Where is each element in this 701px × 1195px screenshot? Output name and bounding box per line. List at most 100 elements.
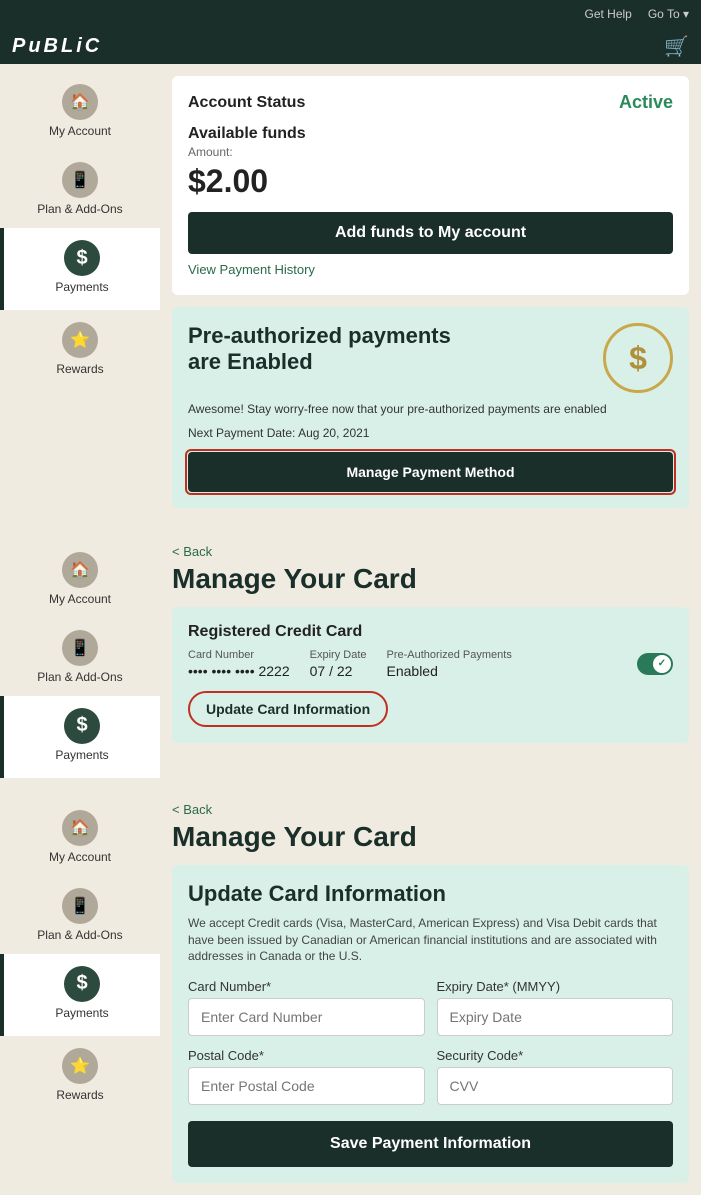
toggle-check-icon: ✓ bbox=[653, 655, 671, 673]
sidebar-item-payments-1[interactable]: $ Payments bbox=[0, 228, 160, 310]
view-payment-history-link[interactable]: View Payment History bbox=[188, 262, 315, 277]
account-status-header: Account Status Active bbox=[188, 92, 673, 113]
card-number-group: Card Number •••• •••• •••• 2222 bbox=[188, 649, 290, 679]
card-details-row: Card Number •••• •••• •••• 2222 Expiry D… bbox=[188, 649, 673, 679]
preauth-title: Pre-authorized payments are Enabled bbox=[188, 323, 488, 376]
sidebar-label-payments-2: Payments bbox=[55, 748, 108, 762]
top-nav: Get Help Go To ▾ bbox=[0, 0, 701, 28]
sidebar-item-payments-2[interactable]: $ Payments bbox=[0, 696, 160, 778]
sidebar-item-payments-3[interactable]: $ Payments bbox=[0, 954, 160, 1036]
sidebar-item-plan-1[interactable]: 📱 Plan & Add-Ons bbox=[0, 150, 160, 228]
expiry-value: 07 / 22 bbox=[310, 663, 367, 679]
preauth-status-group: Pre-Authorized Payments Enabled bbox=[387, 649, 512, 679]
plan-icon-1: 📱 bbox=[62, 162, 98, 198]
sidebar-label-payments-3: Payments bbox=[55, 1006, 108, 1020]
status-active-badge: Active bbox=[619, 92, 673, 113]
amount-value: $2.00 bbox=[188, 163, 673, 200]
sidebar-label-plan-1: Plan & Add-Ons bbox=[37, 202, 122, 216]
form-row-postal-security: Postal Code* Security Code* bbox=[188, 1048, 673, 1105]
next-payment-label: Next Payment Date: bbox=[188, 426, 295, 440]
plan-icon-3: 📱 bbox=[62, 888, 98, 924]
postal-form-group: Postal Code* bbox=[188, 1048, 425, 1105]
content-area-3: Back Manage Your Card Update Card Inform… bbox=[160, 790, 701, 1195]
sidebar-label-my-account-3: My Account bbox=[49, 850, 111, 864]
preauth-status-label: Pre-Authorized Payments bbox=[387, 649, 512, 661]
account-status-title: Account Status bbox=[188, 94, 305, 112]
expiry-label: Expiry Date bbox=[310, 649, 367, 661]
amount-label: Amount: bbox=[188, 145, 673, 159]
sidebar-label-my-account-1: My Account bbox=[49, 124, 111, 138]
section-2-panel: 🏠 My Account 📱 Plan & Add-Ons $ Payments… bbox=[0, 532, 701, 778]
preauth-header: Pre-authorized payments are Enabled $ bbox=[188, 323, 673, 393]
content-area-2: Back Manage Your Card Registered Credit … bbox=[160, 532, 701, 778]
registered-card-title: Registered Credit Card bbox=[188, 623, 673, 641]
sidebar-item-my-account-1[interactable]: 🏠 My Account bbox=[0, 72, 160, 150]
payments-icon-3: $ bbox=[64, 966, 100, 1002]
security-form-group: Security Code* bbox=[437, 1048, 674, 1105]
sidebar-item-plan-2[interactable]: 📱 Plan & Add-Ons bbox=[0, 618, 160, 696]
manage-card-title-2: Manage Your Card bbox=[172, 563, 689, 595]
section-1-panel: 🏠 My Account 📱 Plan & Add-Ons $ Payments… bbox=[0, 64, 701, 520]
expiry-form-group: Expiry Date* (MMYY) bbox=[437, 979, 674, 1036]
form-row-card-expiry: Card Number* Expiry Date* (MMYY) bbox=[188, 979, 673, 1036]
home-icon-2: 🏠 bbox=[62, 552, 98, 588]
manage-payment-method-button[interactable]: Manage Payment Method bbox=[188, 452, 673, 492]
postal-input[interactable] bbox=[188, 1067, 425, 1105]
card-number-label: Card Number bbox=[188, 649, 290, 661]
card-number-input[interactable] bbox=[188, 998, 425, 1036]
sidebar-3: 🏠 My Account 📱 Plan & Add-Ons $ Payments… bbox=[0, 790, 160, 1195]
sidebar-2: 🏠 My Account 📱 Plan & Add-Ons $ Payments bbox=[0, 532, 160, 778]
update-card-info-button[interactable]: Update Card Information bbox=[188, 691, 388, 727]
rewards-icon-1: ⭐ bbox=[62, 322, 98, 358]
preauth-next-payment-date: Next Payment Date: Aug 20, 2021 bbox=[188, 426, 673, 440]
security-input[interactable] bbox=[437, 1067, 674, 1105]
home-icon-1: 🏠 bbox=[62, 84, 98, 120]
expiry-form-label: Expiry Date* (MMYY) bbox=[437, 979, 674, 994]
preauth-description: Awesome! Stay worry-free now that your p… bbox=[188, 401, 673, 418]
sidebar-item-my-account-2[interactable]: 🏠 My Account bbox=[0, 540, 160, 618]
sidebar-item-plan-3[interactable]: 📱 Plan & Add-Ons bbox=[0, 876, 160, 954]
preauth-status-value: Enabled bbox=[387, 663, 512, 679]
back-link-3[interactable]: Back bbox=[172, 802, 689, 817]
go-to-link[interactable]: Go To ▾ bbox=[648, 7, 689, 21]
section-divider-1 bbox=[0, 520, 701, 532]
payments-icon-1: $ bbox=[64, 240, 100, 276]
postal-form-label: Postal Code* bbox=[188, 1048, 425, 1063]
sidebar-label-payments-1: Payments bbox=[55, 280, 108, 294]
card-number-form-group: Card Number* bbox=[188, 979, 425, 1036]
add-funds-button[interactable]: Add funds to My account bbox=[188, 212, 673, 254]
sidebar-label-plan-3: Plan & Add-Ons bbox=[37, 928, 122, 942]
save-payment-info-button[interactable]: Save Payment Information bbox=[188, 1121, 673, 1167]
section-divider-2 bbox=[0, 778, 701, 790]
registered-card-section: Registered Credit Card Card Number •••• … bbox=[172, 607, 689, 743]
sidebar-item-rewards-1[interactable]: ⭐ Rewards bbox=[0, 310, 160, 388]
section-3-panel: 🏠 My Account 📱 Plan & Add-Ons $ Payments… bbox=[0, 790, 701, 1195]
preauth-card: Pre-authorized payments are Enabled $ Aw… bbox=[172, 307, 689, 508]
cart-icon[interactable]: 🛒 bbox=[664, 34, 689, 59]
get-help-link[interactable]: Get Help bbox=[584, 7, 631, 21]
account-status-card: Account Status Active Available funds Am… bbox=[172, 76, 689, 295]
sidebar-label-rewards-1: Rewards bbox=[56, 362, 103, 376]
preauth-toggle[interactable]: ✓ bbox=[637, 653, 673, 675]
plan-icon-2: 📱 bbox=[62, 630, 98, 666]
logo-bar: PuBLiC 🛒 bbox=[0, 28, 701, 64]
sidebar-label-plan-2: Plan & Add-Ons bbox=[37, 670, 122, 684]
sidebar-item-rewards-3[interactable]: ⭐ Rewards bbox=[0, 1036, 160, 1114]
home-icon-3: 🏠 bbox=[62, 810, 98, 846]
content-area-1: Account Status Active Available funds Am… bbox=[160, 64, 701, 520]
nav-items: Get Help Go To ▾ bbox=[584, 7, 689, 21]
brand-logo: PuBLiC bbox=[12, 35, 102, 58]
rewards-icon-3: ⭐ bbox=[62, 1048, 98, 1084]
sidebar-item-my-account-3[interactable]: 🏠 My Account bbox=[0, 798, 160, 876]
security-form-label: Security Code* bbox=[437, 1048, 674, 1063]
sidebar-label-my-account-2: My Account bbox=[49, 592, 111, 606]
expiry-input[interactable] bbox=[437, 998, 674, 1036]
sidebar-label-rewards-3: Rewards bbox=[56, 1088, 103, 1102]
next-payment-date: Aug 20, 2021 bbox=[298, 426, 369, 440]
update-form-title: Update Card Information bbox=[188, 881, 673, 907]
manage-card-title-3: Manage Your Card bbox=[172, 821, 689, 853]
update-form-description: We accept Credit cards (Visa, MasterCard… bbox=[188, 915, 673, 965]
back-link-2[interactable]: Back bbox=[172, 544, 689, 559]
payments-icon-2: $ bbox=[64, 708, 100, 744]
card-number-value: •••• •••• •••• 2222 bbox=[188, 663, 290, 679]
